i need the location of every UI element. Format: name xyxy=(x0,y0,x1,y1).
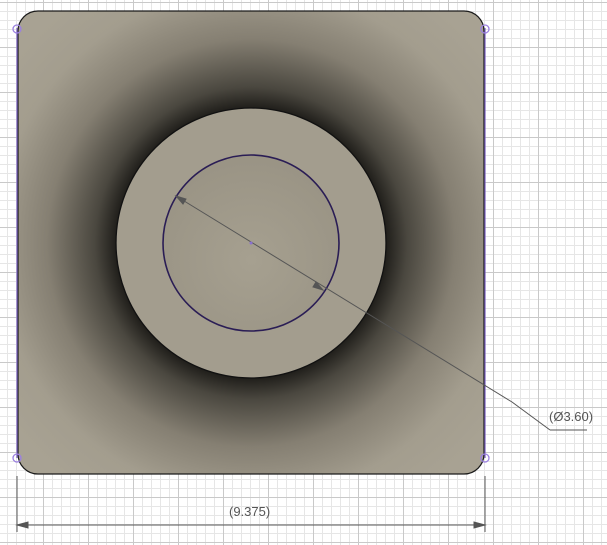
diameter-label[interactable]: (Ø3.60) xyxy=(549,409,593,424)
cad-canvas[interactable]: (Ø3.60) (9.375) xyxy=(0,0,607,545)
width-label[interactable]: (9.375) xyxy=(229,504,270,519)
